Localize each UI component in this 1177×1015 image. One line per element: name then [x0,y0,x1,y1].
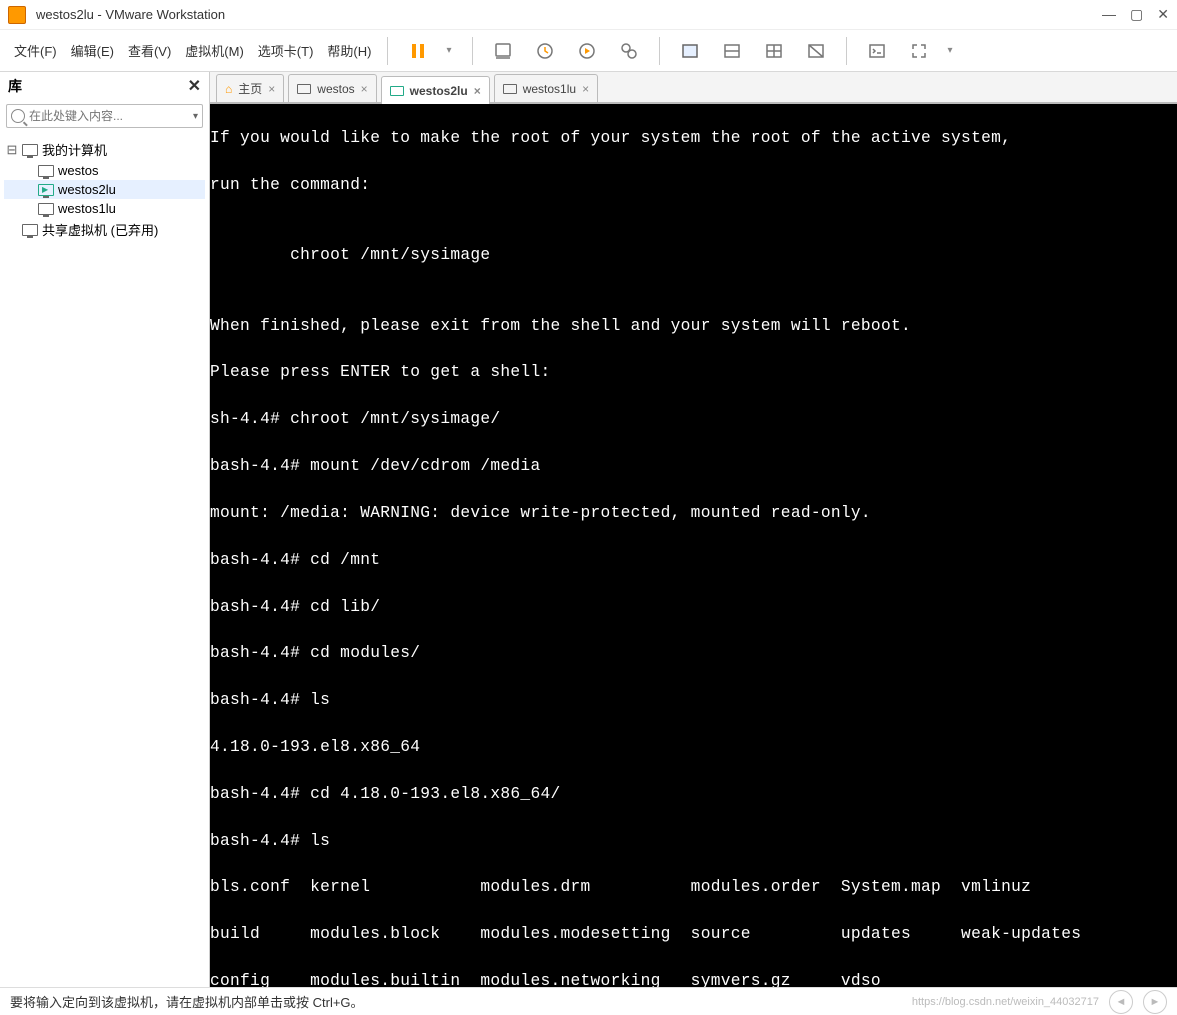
tab-label: westos2lu [410,84,468,98]
tree-label: westos2lu [58,182,116,197]
vm-icon [38,203,54,215]
tab-close-button[interactable]: × [474,84,481,98]
term-line: bash-4.4# ls [210,830,1177,853]
menubar: 文件(F) 编辑(E) 查看(V) 虚拟机(M) 选项卡(T) 帮助(H) ▾ … [0,30,1177,72]
menu-edit[interactable]: 编辑(E) [71,41,114,60]
window-controls: — ▢ ✕ [1102,6,1169,23]
term-line: bash-4.4# cd /mnt [210,549,1177,572]
menu-help[interactable]: 帮助(H) [327,41,371,60]
vm-running-icon [38,184,54,196]
menu-tabs[interactable]: 选项卡(T) [258,41,314,60]
tab-close-button[interactable]: × [268,82,275,96]
console-button[interactable] [863,37,891,65]
menu-view[interactable]: 查看(V) [128,41,171,60]
vm-icon [38,165,54,177]
home-icon: ⌂ [225,82,232,96]
search-input[interactable] [29,109,193,123]
term-line: 4.18.0-193.el8.x86_64 [210,736,1177,759]
tab-westos1lu[interactable]: westos1lu × [494,74,598,102]
search-dropdown[interactable]: ▾ [193,111,198,122]
tree-label: westos [58,163,98,178]
pause-button[interactable] [404,37,432,65]
host-icon [22,144,38,156]
term-line: bash-4.4# mount /dev/cdrom /media [210,455,1177,478]
pager-prev[interactable]: ◄ [1109,990,1133,1014]
library-tree: ⊟ 我的计算机 westos westos2lu westos1lu 共享虚拟机… [0,132,209,247]
menu-vm[interactable]: 虚拟机(M) [185,41,244,60]
content-area: ⌂ 主页 × westos × westos2lu × westos1lu × … [210,72,1177,987]
vm-icon [503,84,517,94]
menu-file[interactable]: 文件(F) [14,41,57,60]
footer-hint: 要将输入定向到该虚拟机，请在虚拟机内部单击或按 Ctrl+G。 [10,992,364,1011]
tab-label: westos1lu [523,82,576,96]
library-close-button[interactable]: ✕ [188,76,201,96]
term-line: If you would like to make the root of yo… [210,127,1177,150]
term-line: sh-4.4# chroot /mnt/sysimage/ [210,408,1177,431]
pager-next[interactable]: ► [1143,990,1167,1014]
view-thumbnail-button[interactable] [802,37,830,65]
maximize-button[interactable]: ▢ [1130,6,1143,23]
tab-westos[interactable]: westos × [288,74,376,102]
term-line: bash-4.4# ls [210,689,1177,712]
tab-close-button[interactable]: × [582,82,589,96]
term-line: When finished, please exit from the shel… [210,315,1177,338]
term-line: mount: /media: WARNING: device write-pro… [210,502,1177,525]
tree-node-westos1lu[interactable]: westos1lu [4,199,205,218]
tabbar: ⌂ 主页 × westos × westos2lu × westos1lu × [210,72,1177,104]
tab-westos2lu[interactable]: westos2lu × [381,76,490,104]
collapse-icon[interactable]: ⊟ [6,142,18,158]
fullscreen-dropdown[interactable]: ▾ [947,45,957,56]
tab-label: 主页 [238,80,262,97]
shared-icon [22,224,38,236]
tab-close-button[interactable]: × [361,82,368,96]
library-header: 库 ✕ [0,72,209,100]
footer: 要将输入定向到该虚拟机，请在虚拟机内部单击或按 Ctrl+G。 https://… [0,987,1177,1015]
tree-label: westos1lu [58,201,116,216]
toolbar-divider [659,37,660,65]
tree-node-westos2lu[interactable]: westos2lu [4,180,205,199]
view-single-button[interactable] [676,37,704,65]
vm-icon [297,84,311,94]
toolbar-divider [846,37,847,65]
term-line: bls.conf kernel modules.drm modules.orde… [210,876,1177,899]
search-icon [11,109,25,123]
term-line: chroot /mnt/sysimage [210,244,1177,267]
toolbar-divider [472,37,473,65]
tree-node-mycomputer[interactable]: ⊟ 我的计算机 [4,138,205,161]
toolbar-divider [387,37,388,65]
tree-node-westos[interactable]: westos [4,161,205,180]
app-icon [8,6,26,24]
snapshot-forward-button[interactable] [573,37,601,65]
term-line: Please press ENTER to get a shell: [210,361,1177,384]
tab-home[interactable]: ⌂ 主页 × [216,74,284,102]
view-split-button[interactable] [718,37,746,65]
revert-button[interactable] [531,37,559,65]
term-line: bash-4.4# cd modules/ [210,642,1177,665]
search-box[interactable]: ▾ [6,104,203,128]
pager: https://blog.csdn.net/weixin_44032717 ◄ … [912,990,1167,1014]
term-line: bash-4.4# cd lib/ [210,596,1177,619]
term-line: build modules.block modules.modesetting … [210,923,1177,946]
watermark: https://blog.csdn.net/weixin_44032717 [912,996,1099,1008]
fullscreen-button[interactable] [905,37,933,65]
close-button[interactable]: ✕ [1157,6,1169,23]
tree-label: 共享虚拟机 (已弃用) [42,220,158,239]
term-line: config modules.builtin modules.networkin… [210,970,1177,987]
terminal[interactable]: If you would like to make the root of yo… [210,104,1177,987]
snapshot-button[interactable] [489,37,517,65]
sidebar: 库 ✕ ▾ ⊟ 我的计算机 westos westos2lu [0,72,210,987]
library-title: 库 [8,76,22,96]
tree-node-shared[interactable]: 共享虚拟机 (已弃用) [4,218,205,241]
view-grid-button[interactable] [760,37,788,65]
power-dropdown[interactable]: ▾ [446,45,456,56]
term-line: run the command: [210,174,1177,197]
minimize-button[interactable]: — [1102,6,1116,23]
titlebar: westos2lu - VMware Workstation — ▢ ✕ [0,0,1177,30]
snapshot-manager-button[interactable] [615,37,643,65]
tab-label: westos [317,82,354,96]
window-title: westos2lu - VMware Workstation [36,7,1102,22]
term-line: bash-4.4# cd 4.18.0-193.el8.x86_64/ [210,783,1177,806]
vm-running-icon [390,86,404,96]
tree-label: 我的计算机 [42,140,107,159]
